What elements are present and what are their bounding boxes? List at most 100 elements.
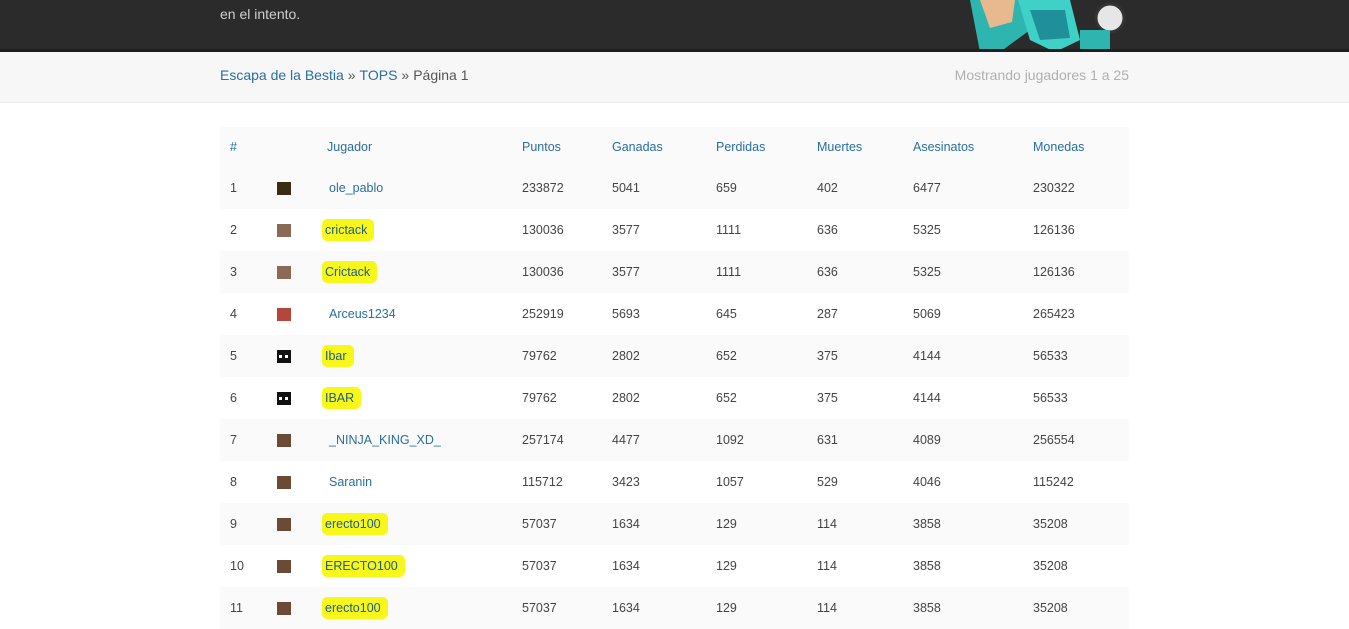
col-header-points[interactable]: Puntos — [512, 127, 602, 167]
player-cell: erecto100 — [317, 587, 512, 629]
player-cell: erecto100 — [317, 503, 512, 545]
player-name-link[interactable]: ole_pablo — [327, 179, 385, 197]
kills-cell: 3858 — [913, 517, 941, 531]
coins-cell: 115242 — [1033, 475, 1074, 489]
breadcrumb-bar: Escapa de la Bestia» TOPS» Página 1 Mostra… — [0, 52, 1349, 103]
kills-cell: 4144 — [913, 391, 941, 405]
col-header-wins[interactable]: Ganadas — [602, 127, 706, 167]
table-row: 11 erecto100 57037 1634 129 114 3858 35208 — [220, 587, 1129, 629]
avatar-cell — [267, 503, 317, 545]
rank-cell: 8 — [230, 475, 237, 489]
deaths-cell: 114 — [817, 601, 837, 615]
player-cell: _NINJA_KING_XD_ — [317, 419, 512, 461]
player-name-link[interactable]: ERECTO100 — [323, 556, 404, 576]
player-name-link[interactable]: crictack — [323, 220, 374, 240]
deaths-cell: 114 — [817, 517, 837, 531]
col-header-losses[interactable]: Perdidas — [706, 127, 807, 167]
player-name-link[interactable]: Crictack — [323, 262, 377, 282]
player-name-link[interactable]: IBAR — [323, 388, 361, 408]
rank-cell: 7 — [230, 433, 237, 447]
wins-cell: 4477 — [612, 433, 640, 447]
points-cell: 79762 — [522, 391, 557, 405]
points-cell: 130036 — [522, 223, 564, 237]
player-head-icon — [277, 266, 291, 280]
rank-cell: 10 — [230, 559, 244, 573]
table-row: 7 _NINJA_KING_XD_ 257174 4477 1092 631 4089 256… — [220, 419, 1129, 461]
deaths-cell: 375 — [817, 391, 838, 405]
wins-cell: 1634 — [612, 517, 640, 531]
breadcrumb-separator: » — [347, 67, 356, 83]
player-name-link[interactable]: Arceus1234 — [327, 305, 398, 323]
player-cell: Crictack — [317, 251, 512, 293]
avatar-cell — [267, 377, 317, 419]
player-head-icon — [277, 308, 291, 322]
losses-cell: 129 — [716, 601, 737, 615]
table-row: 10 ERECTO100 57037 1634 129 114 3858 35208 — [220, 545, 1129, 587]
kills-cell: 4089 — [913, 433, 941, 447]
table-header-row: # Jugador Puntos Ganadas Perdidas Muerte… — [220, 127, 1129, 167]
coins-cell: 265423 — [1033, 307, 1075, 321]
avatar-cell — [267, 419, 317, 461]
kills-cell: 4144 — [913, 349, 941, 363]
breadcrumb-separator: » — [401, 67, 410, 83]
deaths-cell: 636 — [817, 223, 838, 237]
player-name-link[interactable]: erecto100 — [323, 598, 387, 618]
breadcrumb-home-link[interactable]: Escapa de la Bestia — [220, 67, 344, 83]
wins-cell: 1634 — [612, 601, 640, 615]
coins-cell: 35208 — [1033, 601, 1068, 615]
deaths-cell: 375 — [817, 349, 838, 363]
table-row: 3 Crictack 130036 3577 1111 636 5325 126136 — [220, 251, 1129, 293]
kills-cell: 3858 — [913, 559, 941, 573]
deaths-cell: 636 — [817, 265, 838, 279]
kills-cell: 5325 — [913, 265, 941, 279]
player-name-link[interactable]: _NINJA_KING_XD_ — [327, 431, 443, 449]
wins-cell: 3577 — [612, 265, 640, 279]
rank-cell: 2 — [230, 223, 237, 237]
col-header-rank: # — [230, 140, 237, 154]
coins-cell: 230322 — [1033, 181, 1075, 195]
kills-cell: 5325 — [913, 223, 941, 237]
kills-cell: 4046 — [913, 475, 941, 489]
avatar-cell — [267, 167, 317, 209]
player-name-link[interactable]: Saranin — [327, 473, 374, 491]
col-header-coins[interactable]: Monedas — [1023, 127, 1129, 167]
player-head-icon — [277, 392, 291, 406]
points-cell: 257174 — [522, 433, 564, 447]
avatar-cell — [267, 209, 317, 251]
table-row: 6 IBAR 79762 2802 652 375 4144 56533 — [220, 377, 1129, 419]
coins-cell: 35208 — [1033, 517, 1068, 531]
avatar-cell — [267, 251, 317, 293]
rank-cell: 6 — [230, 391, 237, 405]
player-head-icon — [277, 602, 291, 616]
points-cell: 115712 — [522, 475, 563, 489]
coins-cell: 56533 — [1033, 391, 1068, 405]
col-header-kills[interactable]: Asesinatos — [903, 127, 1023, 167]
points-cell: 233872 — [522, 181, 564, 195]
player-head-icon — [277, 434, 291, 448]
losses-cell: 659 — [716, 181, 737, 195]
avatar-cell — [267, 293, 317, 335]
avatar-cell — [267, 461, 317, 503]
leaderboard-rows: 1 ole_pablo 233872 5041 659 402 6477 230322 2 cri… — [220, 167, 1129, 629]
coins-cell: 56533 — [1033, 349, 1068, 363]
wins-cell: 3423 — [612, 475, 640, 489]
wins-cell: 3577 — [612, 223, 640, 237]
leaderboard-table-container: # Jugador Puntos Ganadas Perdidas Muerte… — [220, 127, 1129, 629]
intro-text: en el intento. — [220, 6, 301, 22]
rank-cell: 3 — [230, 265, 237, 279]
breadcrumb-tops-link[interactable]: TOPS — [360, 67, 398, 83]
table-row: 1 ole_pablo 233872 5041 659 402 6477 230322 — [220, 167, 1129, 209]
col-header-deaths[interactable]: Muertes — [807, 127, 903, 167]
coins-cell: 256554 — [1033, 433, 1075, 447]
points-cell: 130036 — [522, 265, 564, 279]
deaths-cell: 114 — [817, 559, 837, 573]
player-name-link[interactable]: Ibar — [323, 346, 353, 366]
player-cell: Saranin — [317, 461, 512, 503]
deaths-cell: 631 — [817, 433, 838, 447]
avatar-cell — [267, 587, 317, 629]
col-header-player[interactable]: Jugador — [317, 127, 512, 167]
kills-cell: 5069 — [913, 307, 941, 321]
player-name-link[interactable]: erecto100 — [323, 514, 387, 534]
player-head-icon — [277, 350, 291, 364]
deaths-cell: 529 — [817, 475, 838, 489]
